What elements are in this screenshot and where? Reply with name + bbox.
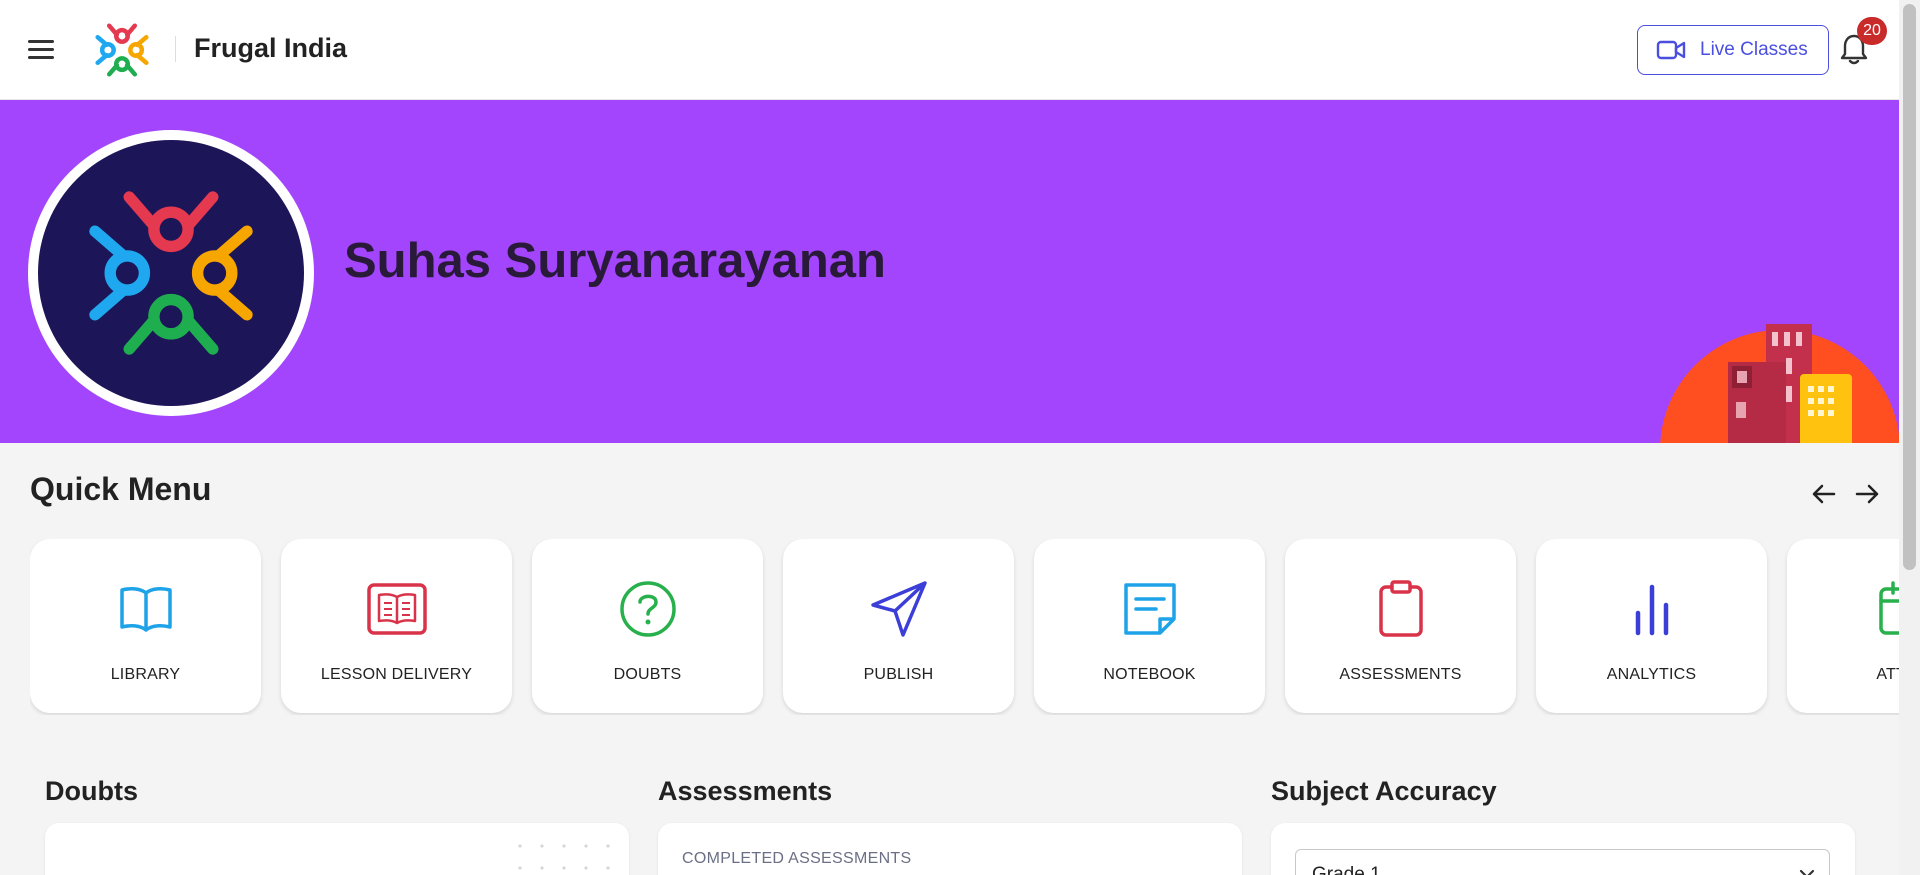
quick-menu-label: PUBLISH bbox=[863, 666, 934, 683]
quick-menu-title: Quick Menu bbox=[30, 471, 212, 507]
note-icon bbox=[1123, 583, 1176, 635]
quick-menu-label: ATTEN bbox=[1876, 666, 1899, 683]
quick-menu-analytics[interactable]: ANALYTICS bbox=[1536, 539, 1767, 713]
quick-menu-doubts[interactable]: DOUBTS bbox=[532, 539, 763, 713]
live-classes-button[interactable]: Live Classes bbox=[1637, 25, 1829, 75]
menu-line bbox=[28, 48, 54, 51]
assessments-panel: COMPLETED ASSESSMENTS bbox=[658, 823, 1242, 875]
question-circle-icon bbox=[619, 581, 676, 637]
quick-menu-label: ASSESSMENTS bbox=[1339, 666, 1462, 683]
brand-divider bbox=[175, 36, 176, 62]
quick-menu-label: NOTEBOOK bbox=[1103, 666, 1196, 683]
quick-menu-label: LIBRARY bbox=[110, 666, 181, 683]
arrow-left-icon[interactable] bbox=[1810, 480, 1838, 508]
quick-menu-notebook[interactable]: NOTEBOOK bbox=[1034, 539, 1265, 713]
quick-menu-assessments[interactable]: ASSESSMENTS bbox=[1285, 539, 1516, 713]
notification-count-badge: 20 bbox=[1857, 17, 1887, 45]
chevron-down-icon bbox=[1799, 869, 1815, 875]
hamburger-menu-button[interactable] bbox=[28, 35, 62, 65]
quick-menu-carousel: LIBRARY LESSON DELIVERY DOUBTS PUBLISH N… bbox=[30, 539, 1899, 715]
grade-select[interactable]: Grade 1 bbox=[1295, 849, 1830, 875]
quick-menu-label: LESSON DELIVERY bbox=[320, 666, 473, 683]
clipboard-icon bbox=[1378, 580, 1423, 637]
subject-accuracy-section-title: Subject Accuracy bbox=[1271, 776, 1497, 806]
completed-assessments-label: COMPLETED ASSESSMENTS bbox=[682, 850, 912, 867]
page-scrollbar-thumb[interactable] bbox=[1903, 4, 1916, 570]
profile-banner: Suhas Suryanarayanan bbox=[0, 100, 1899, 443]
bar-chart-icon bbox=[1635, 584, 1668, 636]
doubts-panel bbox=[45, 823, 629, 875]
brand-logo-icon[interactable] bbox=[90, 18, 154, 82]
user-name-heading: Suhas Suryanarayanan bbox=[344, 234, 886, 288]
building-illustration-icon bbox=[1660, 324, 1899, 443]
subject-accuracy-panel: Grade 1 bbox=[1271, 823, 1855, 875]
live-classes-label: Live Classes bbox=[1700, 39, 1808, 60]
doubts-section-title: Doubts bbox=[45, 776, 138, 806]
avatar-logo-icon bbox=[89, 191, 253, 355]
calendar-icon bbox=[1878, 581, 1899, 635]
avatar bbox=[28, 130, 314, 416]
avatar-inner bbox=[38, 140, 304, 406]
decorative-dots bbox=[509, 835, 619, 875]
video-camera-icon bbox=[1656, 40, 1686, 60]
brand-name: Frugal India bbox=[194, 33, 348, 63]
send-icon bbox=[870, 581, 927, 637]
grade-select-value: Grade 1 bbox=[1312, 864, 1381, 875]
quick-menu-label: ANALYTICS bbox=[1606, 666, 1697, 683]
book-icon bbox=[119, 587, 172, 632]
assessments-section-title: Assessments bbox=[658, 776, 833, 806]
menu-line bbox=[28, 56, 54, 59]
menu-line bbox=[28, 40, 54, 43]
quick-menu-publish[interactable]: PUBLISH bbox=[783, 539, 1014, 713]
arrow-right-icon[interactable] bbox=[1853, 480, 1881, 508]
quick-menu-attendance[interactable]: ATTEN bbox=[1787, 539, 1899, 713]
quick-menu-label: DOUBTS bbox=[613, 666, 682, 683]
top-header: Frugal India Live Classes 20 bbox=[0, 0, 1899, 100]
open-book-icon bbox=[366, 583, 427, 635]
quick-menu-lesson-delivery[interactable]: LESSON DELIVERY bbox=[281, 539, 512, 713]
quick-menu-library[interactable]: LIBRARY bbox=[30, 539, 261, 713]
